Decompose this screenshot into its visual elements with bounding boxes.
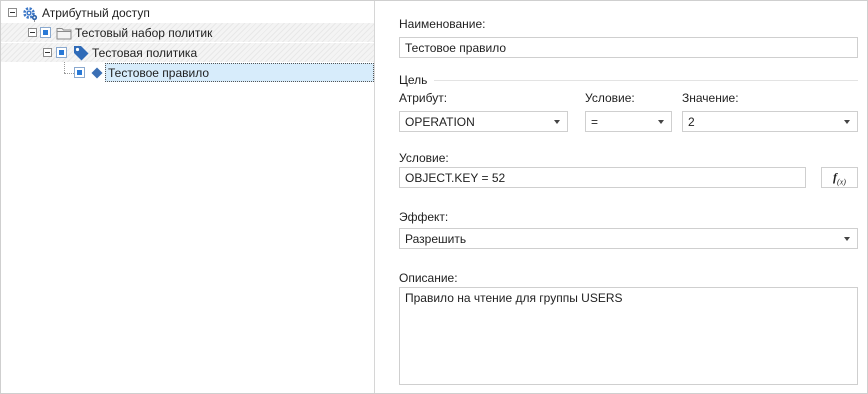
tree-node-label: Тестовый набор политик [75,26,213,40]
chevron-down-icon[interactable] [844,237,850,241]
collapse-toggle[interactable] [28,28,37,37]
diamond-icon [91,67,103,82]
effect-value: Разрешить [405,232,467,246]
name-label: Наименование: [399,17,486,31]
value-value: 2 [688,115,695,129]
value-label: Значение: [682,91,739,105]
operator-combobox[interactable]: = [585,111,672,132]
condition-field[interactable]: OBJECT.KEY = 52 [399,167,806,188]
tree-node-policy-set[interactable]: Тестовый набор политик [1,23,374,42]
attribute-combobox[interactable]: OPERATION [399,111,568,132]
condition-label: Условие: [399,151,449,165]
value-combobox[interactable]: 2 [682,111,858,132]
tree-line [64,73,74,74]
gear-icon [22,5,38,24]
policy-tree: Атрибутный доступ Тестовый набор политик… [1,1,375,393]
attribute-label: Атрибут: [399,91,448,105]
formula-editor-button[interactable]: f(x) [821,167,858,188]
collapse-toggle[interactable] [8,8,17,17]
node-checkbox[interactable] [40,27,51,38]
tree-node-rule[interactable]: Тестовое правило [105,63,374,82]
chevron-down-icon[interactable] [658,120,664,124]
description-field[interactable]: Правило на чтение для группы USERS [399,287,858,385]
folder-icon [56,26,72,43]
collapse-toggle[interactable] [43,48,52,57]
description-label: Описание: [399,271,458,285]
tree-node-policy[interactable]: Тестовая политика [1,43,374,62]
attribute-value: OPERATION [405,115,475,129]
node-checkbox[interactable] [74,67,85,78]
operator-value: = [591,115,599,129]
rule-properties-panel: Наименование: Тестовое правило Цель Атри… [376,1,866,393]
tree-node-label: Атрибутный доступ [42,6,150,20]
effect-label: Эффект: [399,210,449,224]
name-field[interactable]: Тестовое правило [399,37,858,58]
chevron-down-icon[interactable] [844,120,850,124]
function-icon-args: (x) [837,177,846,187]
effect-combobox[interactable]: Разрешить [399,228,858,249]
node-checkbox[interactable] [56,47,67,58]
tree-node-label: Тестовое правило [108,66,210,80]
chevron-down-icon[interactable] [554,120,560,124]
tree-node-root[interactable]: Атрибутный доступ [1,3,374,22]
target-group-divider [434,80,858,81]
target-group-label: Цель [399,73,428,87]
tag-icon [72,44,90,64]
tree-node-label: Тестовая политика [92,46,198,60]
operator-label: Условие: [585,91,635,105]
